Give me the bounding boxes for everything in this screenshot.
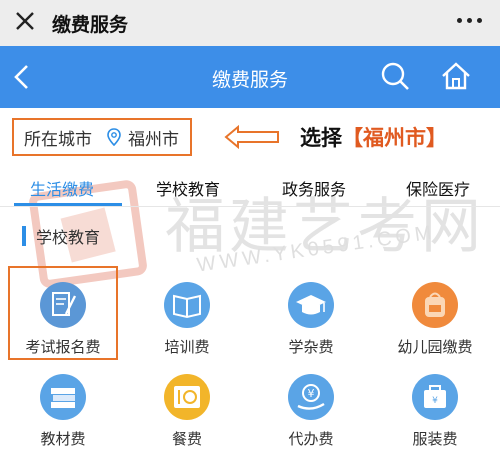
close-icon[interactable] — [14, 10, 36, 32]
meal-fee-item[interactable]: 餐费 — [132, 374, 242, 449]
miscellaneous-fee-item[interactable]: 学杂费 — [256, 282, 366, 357]
books-stack-icon — [40, 374, 86, 420]
home-icon[interactable] — [440, 60, 472, 92]
location-pin-icon — [107, 128, 121, 146]
window-title: 缴费服务 — [52, 15, 129, 36]
agency-fee-item[interactable]: ¥ 代办费 — [256, 374, 366, 449]
left-arrow-annotation-icon — [224, 125, 279, 149]
section-header: 学校教育 — [22, 224, 100, 248]
tab-school-education[interactable]: 学校教育 — [156, 176, 220, 200]
graduation-cap-icon — [288, 282, 334, 328]
section-title: 学校教育 — [36, 230, 101, 247]
more-options-icon[interactable] — [457, 18, 482, 23]
tab-government-service[interactable]: 政务服务 — [282, 176, 346, 200]
tab-living-payment[interactable]: 生活缴费 — [30, 176, 94, 200]
city-selector[interactable]: 所在城市 福州市 — [12, 118, 192, 156]
window-titlebar: 缴费服务 — [0, 0, 500, 46]
tab-insurance-medical[interactable]: 保险医疗 — [406, 176, 470, 200]
backpack-icon — [412, 282, 458, 328]
kindergarten-fee-item[interactable]: 幼儿园缴费 — [380, 282, 490, 357]
uniform-fee-item[interactable]: ¥ 服装费 — [380, 374, 490, 449]
city-label: 所在城市 — [24, 129, 92, 149]
meal-icon — [164, 374, 210, 420]
clothing-bag-icon: ¥ — [412, 374, 458, 420]
exam-registration-fee-item[interactable]: 考试报名费 — [8, 266, 118, 360]
document-pen-icon — [40, 282, 86, 328]
page-header: 缴费服务 — [0, 46, 500, 108]
svg-text:¥: ¥ — [308, 387, 315, 400]
tab-divider — [0, 206, 500, 207]
textbook-fee-item[interactable]: 教材费 — [8, 374, 118, 449]
yuan-hand-icon: ¥ — [288, 374, 334, 420]
category-tabs: 生活缴费 学校教育 政务服务 保险医疗 — [0, 170, 500, 204]
training-fee-item[interactable]: 培训费 — [132, 282, 242, 357]
select-city-hint: 选择【福州市】 — [300, 127, 447, 150]
page-title: 缴费服务 — [211, 70, 288, 91]
search-icon[interactable] — [380, 61, 410, 91]
city-value: 福州市 — [128, 129, 179, 149]
svg-text:¥: ¥ — [432, 396, 438, 406]
book-icon — [164, 282, 210, 328]
